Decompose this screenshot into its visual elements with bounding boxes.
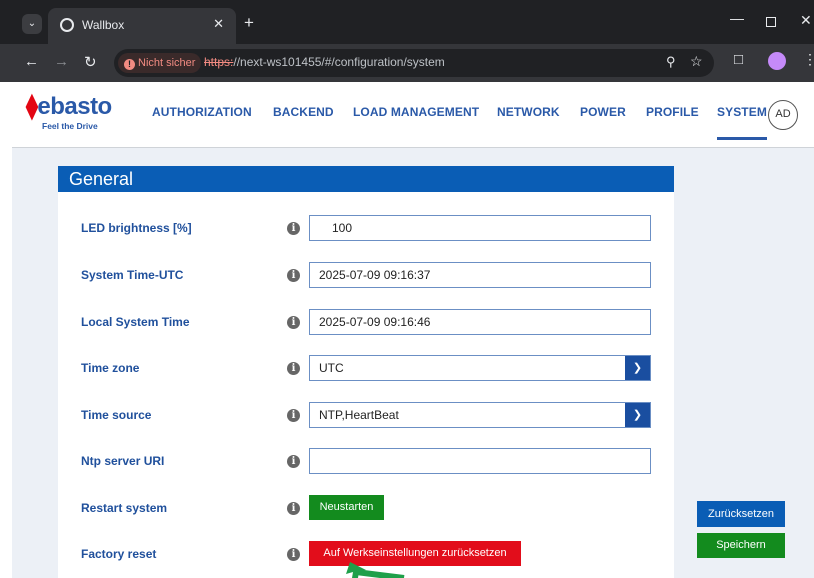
nav-network[interactable]: NETWORK [497,105,560,119]
info-icon[interactable]: i [287,409,300,422]
warning-icon: ! [124,59,135,70]
profile-avatar-icon[interactable] [768,52,786,70]
system-time-utc-label: System Time-UTC [81,268,184,282]
local-system-time-label: Local System Time [81,315,190,329]
info-icon[interactable]: i [287,362,300,375]
tab-title: Wallbox [82,18,125,32]
restart-system-label: Restart system [81,501,168,515]
logo-tagline: Feel the Drive [42,121,98,131]
nav-load-management[interactable]: LOAD MANAGEMENT [353,105,479,119]
address-bar[interactable]: ! Nicht sicher https://next-ws101455/#/co… [114,49,714,77]
window-close-icon[interactable]: ✕ [800,12,812,29]
bookmark-star-icon[interactable]: ☆ [690,53,703,70]
system-time-utc-input[interactable]: 2025-07-09 09:16:37 [309,262,651,288]
reload-icon[interactable]: ↻ [84,53,97,71]
time-zone-value: UTC [319,361,344,375]
back-arrow-icon[interactable]: ← [24,53,39,70]
time-source-value: NTP,HeartBeat [319,408,399,422]
nav-backend[interactable]: BACKEND [273,105,334,119]
maximize-icon[interactable] [766,17,776,27]
info-icon[interactable]: i [287,222,300,235]
chevron-down-icon[interactable]: ❯ [625,356,650,380]
ntp-server-uri-label: Ntp server URI [81,454,165,468]
browser-menu-icon[interactable]: ⋮ [803,51,814,68]
save-button[interactable]: Speichern [697,533,785,558]
browser-tab[interactable]: Wallbox ✕ [48,8,236,44]
minimize-icon[interactable]: — [730,10,744,26]
globe-icon [60,18,74,32]
url-path: //next-ws101455/#/configuration/system [233,55,445,69]
ntp-server-uri-input[interactable] [309,448,651,474]
info-icon[interactable]: i [287,548,300,561]
forward-arrow-icon[interactable]: → [54,53,69,70]
time-zone-label: Time zone [81,361,140,375]
webasto-logo[interactable]: ⧫ebasto Feel the Drive [26,92,112,131]
url-scheme: https: [204,55,234,69]
time-zone-select[interactable]: UTC ❯ [309,355,651,381]
browser-toolbar: ← → ↻ ! Nicht sicher https://next-ws10145… [0,44,814,82]
annotation-arrow-icon [346,562,405,578]
tab-search-chevron-icon[interactable]: ⌄ [22,14,42,34]
nav-profile[interactable]: PROFILE [646,105,699,119]
app-header: ⧫ebasto Feel the Drive AUTHORIZATION BAC… [12,82,814,148]
logo-text: ebasto [37,93,112,120]
security-chip-label: Nicht sicher [138,57,196,69]
info-icon[interactable]: i [287,316,300,329]
arrow-shaft [355,569,405,578]
info-icon[interactable]: i [287,502,300,515]
zoom-icon[interactable]: ⚲ [666,54,676,70]
url-text[interactable]: https://next-ws101455/#/configuration/sy… [204,55,445,69]
info-icon[interactable]: i [287,455,300,468]
local-system-time-input[interactable]: 2025-07-09 09:16:46 [309,309,651,335]
time-source-select[interactable]: NTP,HeartBeat ❯ [309,402,651,428]
restart-button[interactable]: Neustarten [309,495,384,520]
new-tab-plus-icon[interactable]: + [244,13,254,33]
reset-button[interactable]: Zurücksetzen [697,501,785,527]
panel-title: General [58,166,674,192]
factory-reset-label: Factory reset [81,547,157,561]
browser-tabstrip: ⌄ Wallbox ✕ + — ✕ [0,0,814,44]
close-icon[interactable]: ✕ [213,16,224,32]
led-brightness-input[interactable]: 100 [309,215,651,241]
time-source-label: Time source [81,408,152,422]
user-avatar[interactable]: AD [768,100,798,130]
logo-w-mark: ⧫ [26,93,38,120]
info-icon[interactable]: i [287,269,300,282]
security-warning-chip[interactable]: ! Nicht sicher [118,53,202,73]
nav-system[interactable]: SYSTEM [717,105,767,140]
nav-power[interactable]: POWER [580,105,626,119]
chevron-down-icon[interactable]: ❯ [625,403,650,427]
led-brightness-label: LED brightness [%] [81,221,192,235]
nav-authorization[interactable]: AUTHORIZATION [152,105,252,119]
extensions-icon[interactable]: □ [734,51,743,68]
